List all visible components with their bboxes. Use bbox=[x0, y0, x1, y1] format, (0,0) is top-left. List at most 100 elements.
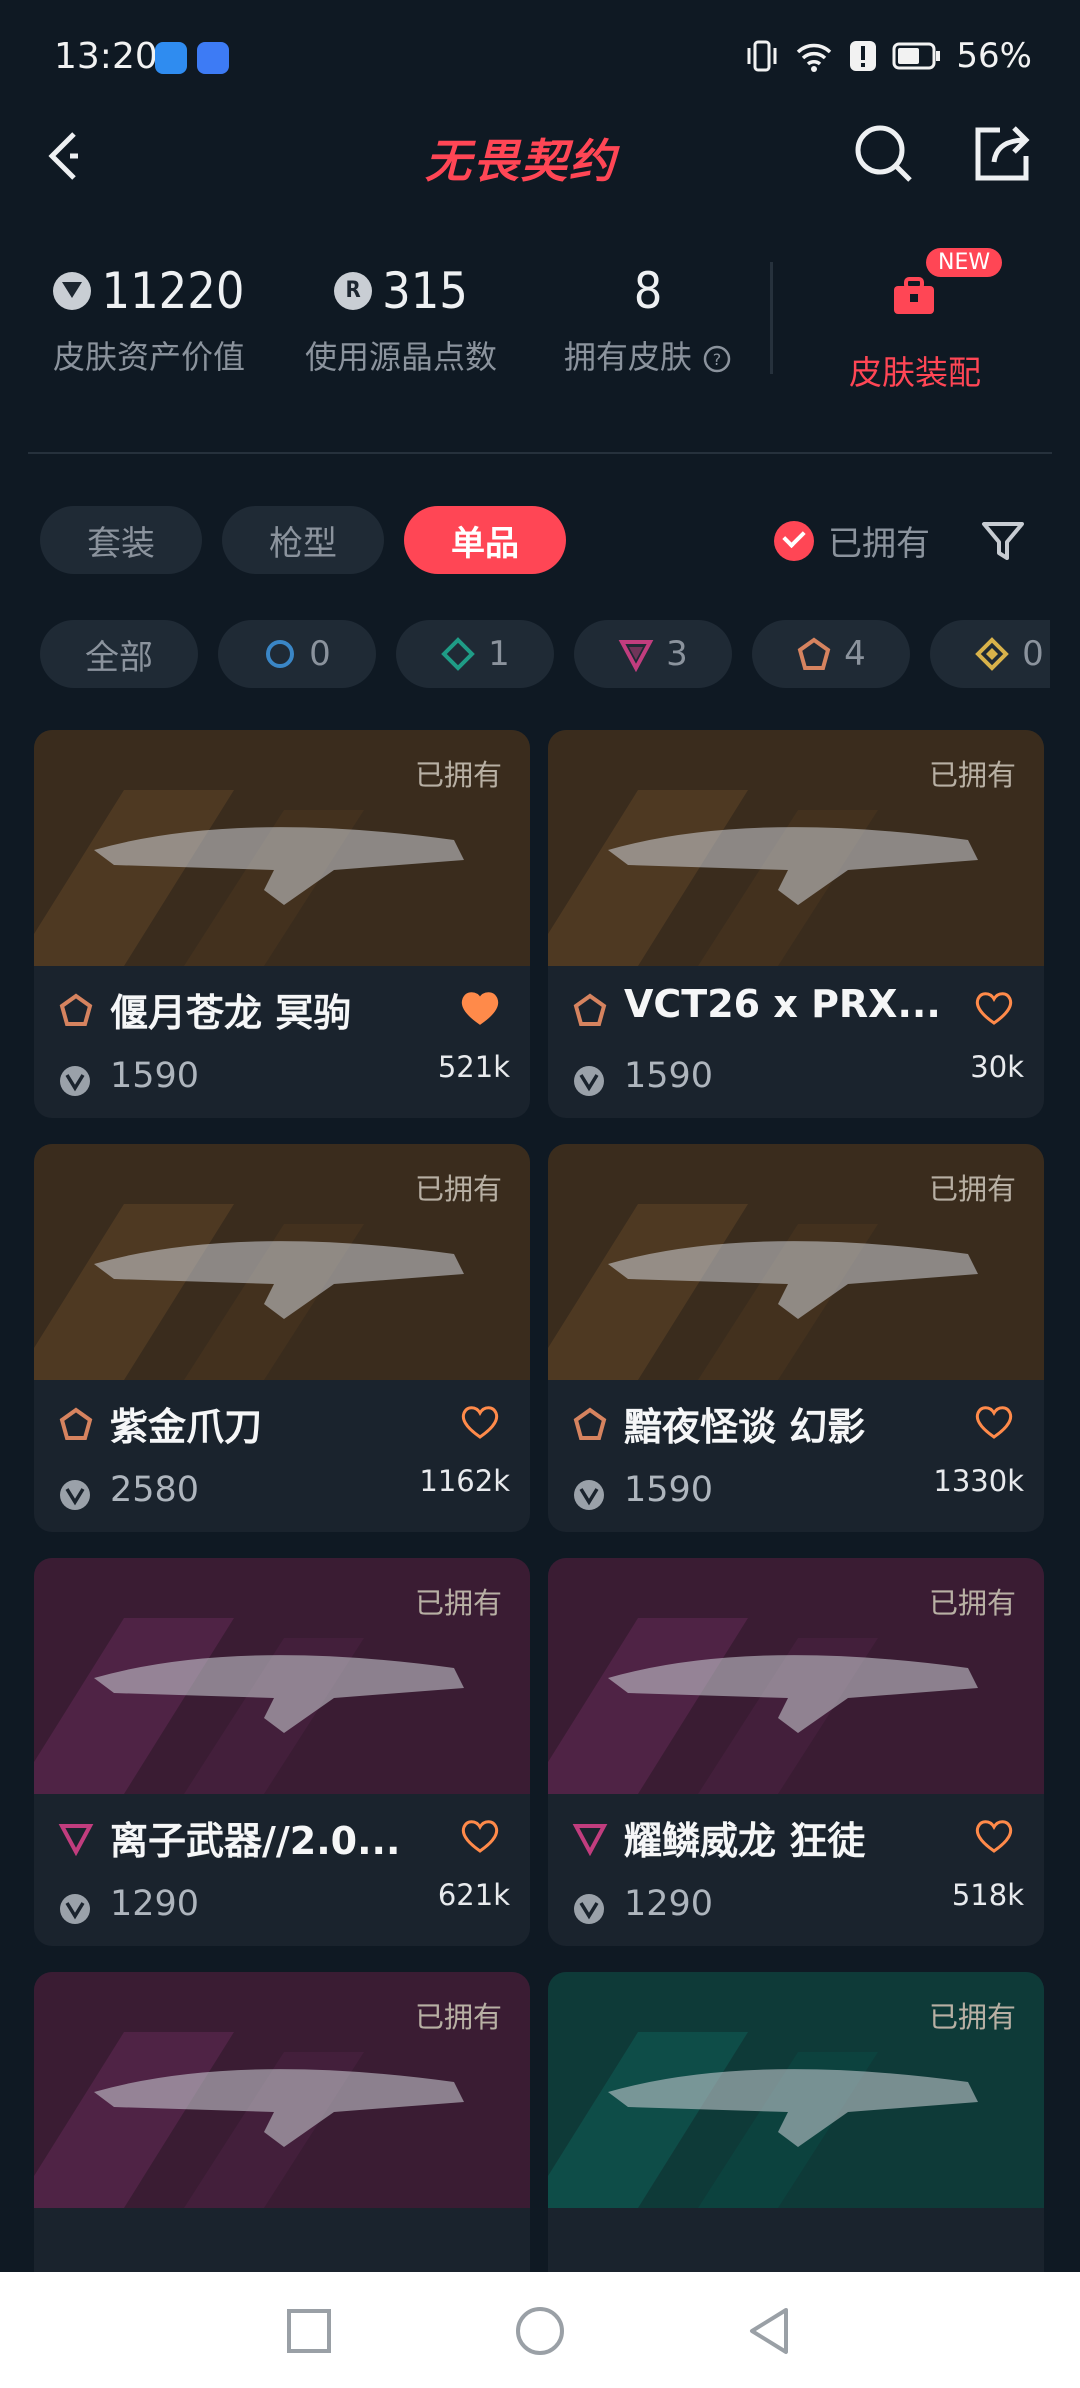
stat-radianite: R 315 使用源晶点数 bbox=[296, 262, 506, 378]
heart-icon[interactable] bbox=[974, 1818, 1014, 1854]
rarity-filter-row: 全部 0 1 3 4 0 bbox=[40, 620, 1050, 690]
like-count: 521k bbox=[437, 1050, 510, 1084]
stat-asset-value: 11220 皮肤资产价值 bbox=[44, 262, 254, 378]
skin-card[interactable]: 已拥有 紫金爪刀 1162k 2580 bbox=[34, 1144, 530, 1532]
skin-price: 2580 bbox=[110, 1470, 200, 1510]
briefcase-icon bbox=[894, 277, 934, 314]
owned-tag: 已拥有 bbox=[928, 1586, 1016, 1620]
owned-filter-toggle[interactable]: 已拥有 bbox=[774, 516, 930, 565]
owned-tag: 已拥有 bbox=[414, 1586, 502, 1620]
share-icon[interactable] bbox=[968, 118, 1038, 188]
system-nav-bar bbox=[0, 2272, 1080, 2388]
help-icon[interactable]: ? bbox=[702, 344, 732, 374]
like-count: 1330k bbox=[933, 1464, 1024, 1498]
select-tier-count: 0 bbox=[309, 634, 331, 674]
skin-card[interactable]: 已拥有 VCT26 x PRX... 30k 1590 bbox=[548, 730, 1044, 1118]
rarity-filter-exclusive[interactable]: 4 bbox=[752, 620, 910, 688]
rarity-filter-ultra[interactable]: 0 bbox=[930, 620, 1050, 688]
rarity-filter-all[interactable]: 全部 bbox=[40, 620, 198, 688]
exclusive-tier-icon bbox=[797, 637, 831, 670]
ultra-tier-count: 0 bbox=[1022, 634, 1044, 674]
tab-single-items[interactable]: 单品 bbox=[404, 506, 566, 574]
skins-owned-label: 拥有皮肤 bbox=[563, 338, 692, 376]
rarity-tier-icon bbox=[573, 993, 607, 1026]
skin-price: 1290 bbox=[624, 1884, 714, 1924]
vp-icon bbox=[574, 1894, 604, 1924]
vp-icon bbox=[574, 1066, 604, 1096]
app-logo-title: 无畏契约 bbox=[425, 134, 617, 188]
heart-icon[interactable] bbox=[974, 990, 1014, 1026]
filter-icon[interactable] bbox=[978, 516, 1028, 566]
owned-tag: 已拥有 bbox=[414, 2000, 502, 2034]
owned-tag: 已拥有 bbox=[928, 758, 1016, 792]
rarity-tier-icon bbox=[572, 1824, 608, 1856]
status-right: 56% bbox=[744, 36, 1032, 76]
stats-divider bbox=[770, 262, 773, 374]
section-divider bbox=[28, 452, 1052, 454]
stat-skins-owned[interactable]: 8 拥有皮肤 ? bbox=[548, 262, 748, 378]
skins-owned-value: 8 bbox=[633, 262, 663, 320]
battery-percent: 56% bbox=[956, 36, 1032, 76]
recents-icon[interactable] bbox=[284, 2306, 334, 2356]
radianite-value: 315 bbox=[382, 262, 468, 320]
status-bar: 13:20 56% bbox=[0, 0, 1080, 120]
skin-price: 1290 bbox=[110, 1884, 200, 1924]
category-tabs: 套装 枪型 单品 bbox=[40, 506, 566, 574]
skin-price: 1590 bbox=[624, 1056, 714, 1096]
like-count: 518k bbox=[951, 1878, 1024, 1912]
alert-icon bbox=[850, 41, 877, 71]
owned-tag: 已拥有 bbox=[414, 1172, 502, 1206]
owned-tag: 已拥有 bbox=[414, 758, 502, 792]
ultra-tier-icon bbox=[975, 637, 1010, 671]
exclusive-tier-count: 4 bbox=[844, 634, 866, 674]
skin-name: VCT26 x PRX... bbox=[624, 982, 941, 1026]
skin-card[interactable]: 已拥有 黯夜怪谈 幻影 1330k 1590 bbox=[548, 1144, 1044, 1532]
skin-card[interactable]: 已拥有 耀鳞威龙 狂徒 518k 1290 bbox=[548, 1558, 1044, 1946]
vibrate-icon bbox=[747, 40, 777, 72]
rarity-tier-icon bbox=[59, 993, 93, 1026]
like-count: 30k bbox=[970, 1050, 1024, 1084]
home-icon[interactable] bbox=[513, 2304, 567, 2358]
heart-icon[interactable] bbox=[460, 990, 500, 1026]
weather-app-icon bbox=[155, 42, 187, 74]
new-badge: NEW bbox=[926, 248, 1003, 277]
svg-text:?: ? bbox=[713, 350, 722, 369]
notification-icons bbox=[155, 42, 229, 74]
rarity-filter-deluxe[interactable]: 1 bbox=[396, 620, 554, 688]
battery-icon bbox=[892, 42, 941, 70]
skin-name: 紫金爪刀 bbox=[110, 1405, 263, 1449]
skin-equip-label: 皮肤装配 bbox=[849, 353, 981, 392]
vp-icon bbox=[53, 272, 92, 310]
vp-icon bbox=[60, 1480, 90, 1510]
checkmark-icon bbox=[774, 520, 814, 561]
status-time: 13:20 bbox=[54, 36, 158, 77]
rarity-tier-icon bbox=[573, 1407, 607, 1440]
heart-icon[interactable] bbox=[974, 1404, 1014, 1440]
search-icon[interactable] bbox=[850, 118, 920, 188]
browser-app-icon bbox=[197, 42, 229, 74]
wifi-icon bbox=[797, 43, 832, 72]
skin-card[interactable]: 已拥有 偃月苍龙 冥驹 521k 1590 bbox=[34, 730, 530, 1118]
nav-back-icon[interactable] bbox=[744, 2304, 794, 2358]
skin-equip-button[interactable]: NEW 皮肤装配 bbox=[830, 248, 1003, 394]
deluxe-tier-icon bbox=[441, 637, 476, 671]
skin-price: 1590 bbox=[624, 1470, 714, 1510]
skin-price: 1590 bbox=[110, 1056, 200, 1096]
rarity-all-label: 全部 bbox=[85, 637, 153, 678]
tab-bundles[interactable]: 套装 bbox=[40, 506, 202, 574]
radianite-icon: R bbox=[334, 272, 373, 310]
heart-icon[interactable] bbox=[460, 1404, 500, 1440]
like-count: 621k bbox=[437, 1878, 510, 1912]
skin-card[interactable]: 已拥有 离子武器//2.0... 621k 1290 bbox=[34, 1558, 530, 1946]
owned-filter-label: 已拥有 bbox=[828, 524, 930, 564]
vp-icon bbox=[574, 1480, 604, 1510]
tab-weapon-types[interactable]: 枪型 bbox=[222, 506, 384, 574]
heart-icon[interactable] bbox=[460, 1818, 500, 1854]
skin-name: 离子武器//2.0... bbox=[110, 1819, 401, 1863]
rarity-tier-icon bbox=[59, 1407, 93, 1440]
rarity-filter-premium[interactable]: 3 bbox=[574, 620, 732, 688]
back-icon[interactable] bbox=[40, 120, 100, 190]
select-tier-icon bbox=[266, 640, 295, 668]
owned-tag: 已拥有 bbox=[928, 2000, 1016, 2034]
rarity-filter-select[interactable]: 0 bbox=[218, 620, 376, 688]
